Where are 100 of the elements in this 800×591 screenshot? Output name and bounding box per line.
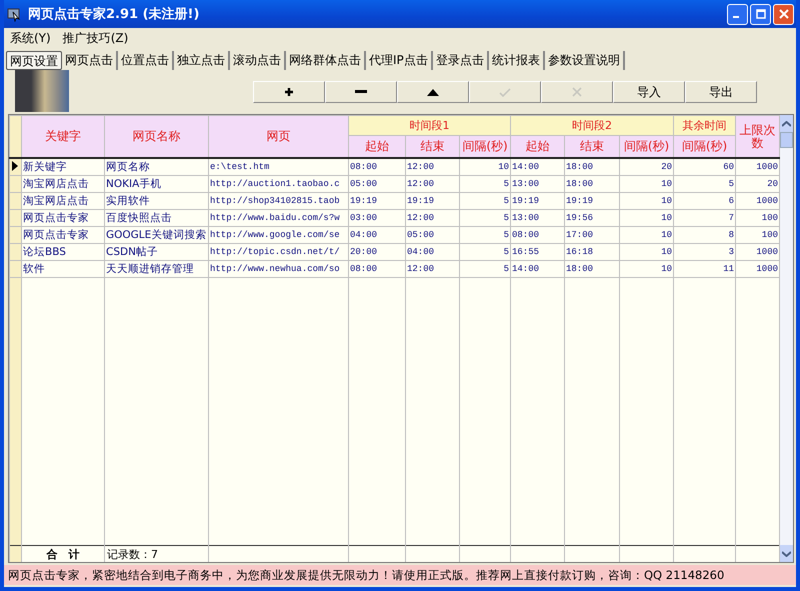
total-label: 合 计 <box>22 546 104 562</box>
scroll-thumb[interactable] <box>780 132 793 148</box>
table-cell: 20:00 <box>348 244 406 260</box>
table-cell: 新关键字 <box>22 158 104 176</box>
app-icon <box>6 6 22 22</box>
table-cell: 05:00 <box>348 176 406 192</box>
column-group-header: 其余时间 <box>674 116 736 136</box>
table-cell: 6 <box>674 192 736 210</box>
column-header[interactable]: 起始 <box>510 136 564 158</box>
table-cell: 网页点击专家 <box>22 226 104 244</box>
plus-icon <box>284 87 294 97</box>
table-cell: 16:55 <box>510 244 564 260</box>
table-cell: 12:00 <box>406 176 460 192</box>
menu-item[interactable]: 推广技巧(Z) <box>62 30 128 48</box>
minimize-button[interactable] <box>727 4 748 24</box>
toolbar-button[interactable] <box>325 81 397 103</box>
tab[interactable]: 网页设置 <box>6 51 62 70</box>
table-cell: 18:00 <box>564 260 620 278</box>
column-header[interactable]: 结束 <box>406 136 460 158</box>
tab[interactable]: 滚动点击 <box>230 51 286 70</box>
menu-item[interactable]: 系统(Y) <box>10 30 51 48</box>
maximize-button[interactable] <box>750 4 771 24</box>
table-cell: 10 <box>460 158 510 176</box>
column-header[interactable]: 间隔(秒) <box>620 136 674 158</box>
table-cell: http://www.google.com/se <box>208 226 348 244</box>
scroll-up-icon[interactable] <box>782 120 791 126</box>
table-cell: 10 <box>620 176 674 192</box>
column-header[interactable]: 上限次数 <box>736 116 780 158</box>
table-cell: 淘宝网店点击 <box>22 176 104 192</box>
table-cell: NOKIA手机 <box>104 176 208 192</box>
window-title: 网页点击专家2.91 (未注册!) <box>28 6 200 23</box>
column-group-header: 时间段2 <box>510 116 674 136</box>
maximize-icon <box>756 9 766 19</box>
record-count: 记录数：7 <box>104 546 208 562</box>
table-cell: 淘宝网店点击 <box>22 192 104 210</box>
toolbar-button[interactable] <box>397 81 469 103</box>
table-cell: 11 <box>674 260 736 278</box>
tab[interactable]: 位置点击 <box>118 51 174 70</box>
table-cell: 5 <box>460 210 510 226</box>
table-cell: 08:00 <box>510 226 564 244</box>
table-cell: 5 <box>674 176 736 192</box>
table-cell: 14:00 <box>510 260 564 278</box>
current-row-icon <box>12 160 18 170</box>
table-cell: 10 <box>620 226 674 244</box>
close-icon <box>778 9 788 19</box>
table-cell: 5 <box>460 260 510 278</box>
close-button[interactable] <box>773 4 794 24</box>
table-cell: 软件 <box>22 260 104 278</box>
table-cell: 论坛BBS <box>22 244 104 260</box>
table-cell: 19:56 <box>564 210 620 226</box>
table-cell: 16:18 <box>564 244 620 260</box>
table-cell: 08:00 <box>348 158 406 176</box>
table-cell: 20 <box>620 158 674 176</box>
table-cell: 天天顺进销存管理 <box>104 260 208 278</box>
table-cell: GOOGLE关键词搜索 <box>104 226 208 244</box>
table-cell: 实用软件 <box>104 192 208 210</box>
column-header[interactable]: 关键字 <box>22 116 104 158</box>
tab[interactable]: 登录点击 <box>432 51 489 70</box>
tab[interactable]: 统计报表 <box>488 51 545 70</box>
table-cell: 7 <box>674 210 736 226</box>
table-cell: 12:00 <box>406 210 460 226</box>
table-cell: 5 <box>460 192 510 210</box>
table-cell: 13:00 <box>510 176 564 192</box>
toolbar-button[interactable]: 导入 <box>613 81 685 103</box>
table-cell: 8 <box>674 226 736 244</box>
status-bar: 网页点击专家，紧密地结合到电子商务中，为您商业发展提供无限动力！请使用正式版。推荐网上直接付款订购，咨询：QQ 21148260 <box>4 565 796 585</box>
row-selector[interactable] <box>10 158 22 176</box>
tab[interactable]: 独立点击 <box>174 51 230 70</box>
tab[interactable]: 参数设置说明 <box>544 51 625 70</box>
table-cell: CSDN帖子 <box>104 244 208 260</box>
table-cell: 10 <box>620 192 674 210</box>
table-cell: 19:19 <box>510 192 564 210</box>
table-cell: 08:00 <box>348 260 406 278</box>
table-cell: 03:00 <box>348 210 406 226</box>
table-cell: 5 <box>460 226 510 244</box>
table-cell: e:\test.htm <box>208 158 348 176</box>
scroll-down-icon[interactable] <box>782 550 791 556</box>
table-cell: http://topic.csdn.net/t/ <box>208 244 348 260</box>
table-cell: 18:00 <box>564 176 620 192</box>
tab[interactable]: 网络群体点击 <box>286 51 366 70</box>
column-header[interactable]: 间隔(秒) <box>460 136 510 158</box>
table-cell: 60 <box>674 158 736 176</box>
table-cell: 04:00 <box>348 226 406 244</box>
column-header[interactable]: 间隔(秒) <box>674 136 736 158</box>
table-cell: http://www.newhua.com/so <box>208 260 348 278</box>
column-header[interactable]: 网页 <box>208 116 348 158</box>
table-cell: 10 <box>620 244 674 260</box>
tab[interactable]: 代理IP点击 <box>366 51 433 70</box>
table-cell: 05:00 <box>406 226 460 244</box>
table-cell: 3 <box>674 244 736 260</box>
toolbar-button[interactable]: 导出 <box>685 81 757 103</box>
table-cell: 18:00 <box>564 158 620 176</box>
vertical-scrollbar[interactable] <box>780 115 793 562</box>
table-cell: 14:00 <box>510 158 564 176</box>
column-header[interactable]: 起始 <box>348 136 406 158</box>
column-header[interactable]: 结束 <box>564 136 620 158</box>
up-triangle-icon <box>427 88 439 96</box>
table-cell: http://www.baidu.com/s?w <box>208 210 348 226</box>
table-cell: 5 <box>460 244 510 260</box>
column-header[interactable]: 网页名称 <box>104 116 208 158</box>
